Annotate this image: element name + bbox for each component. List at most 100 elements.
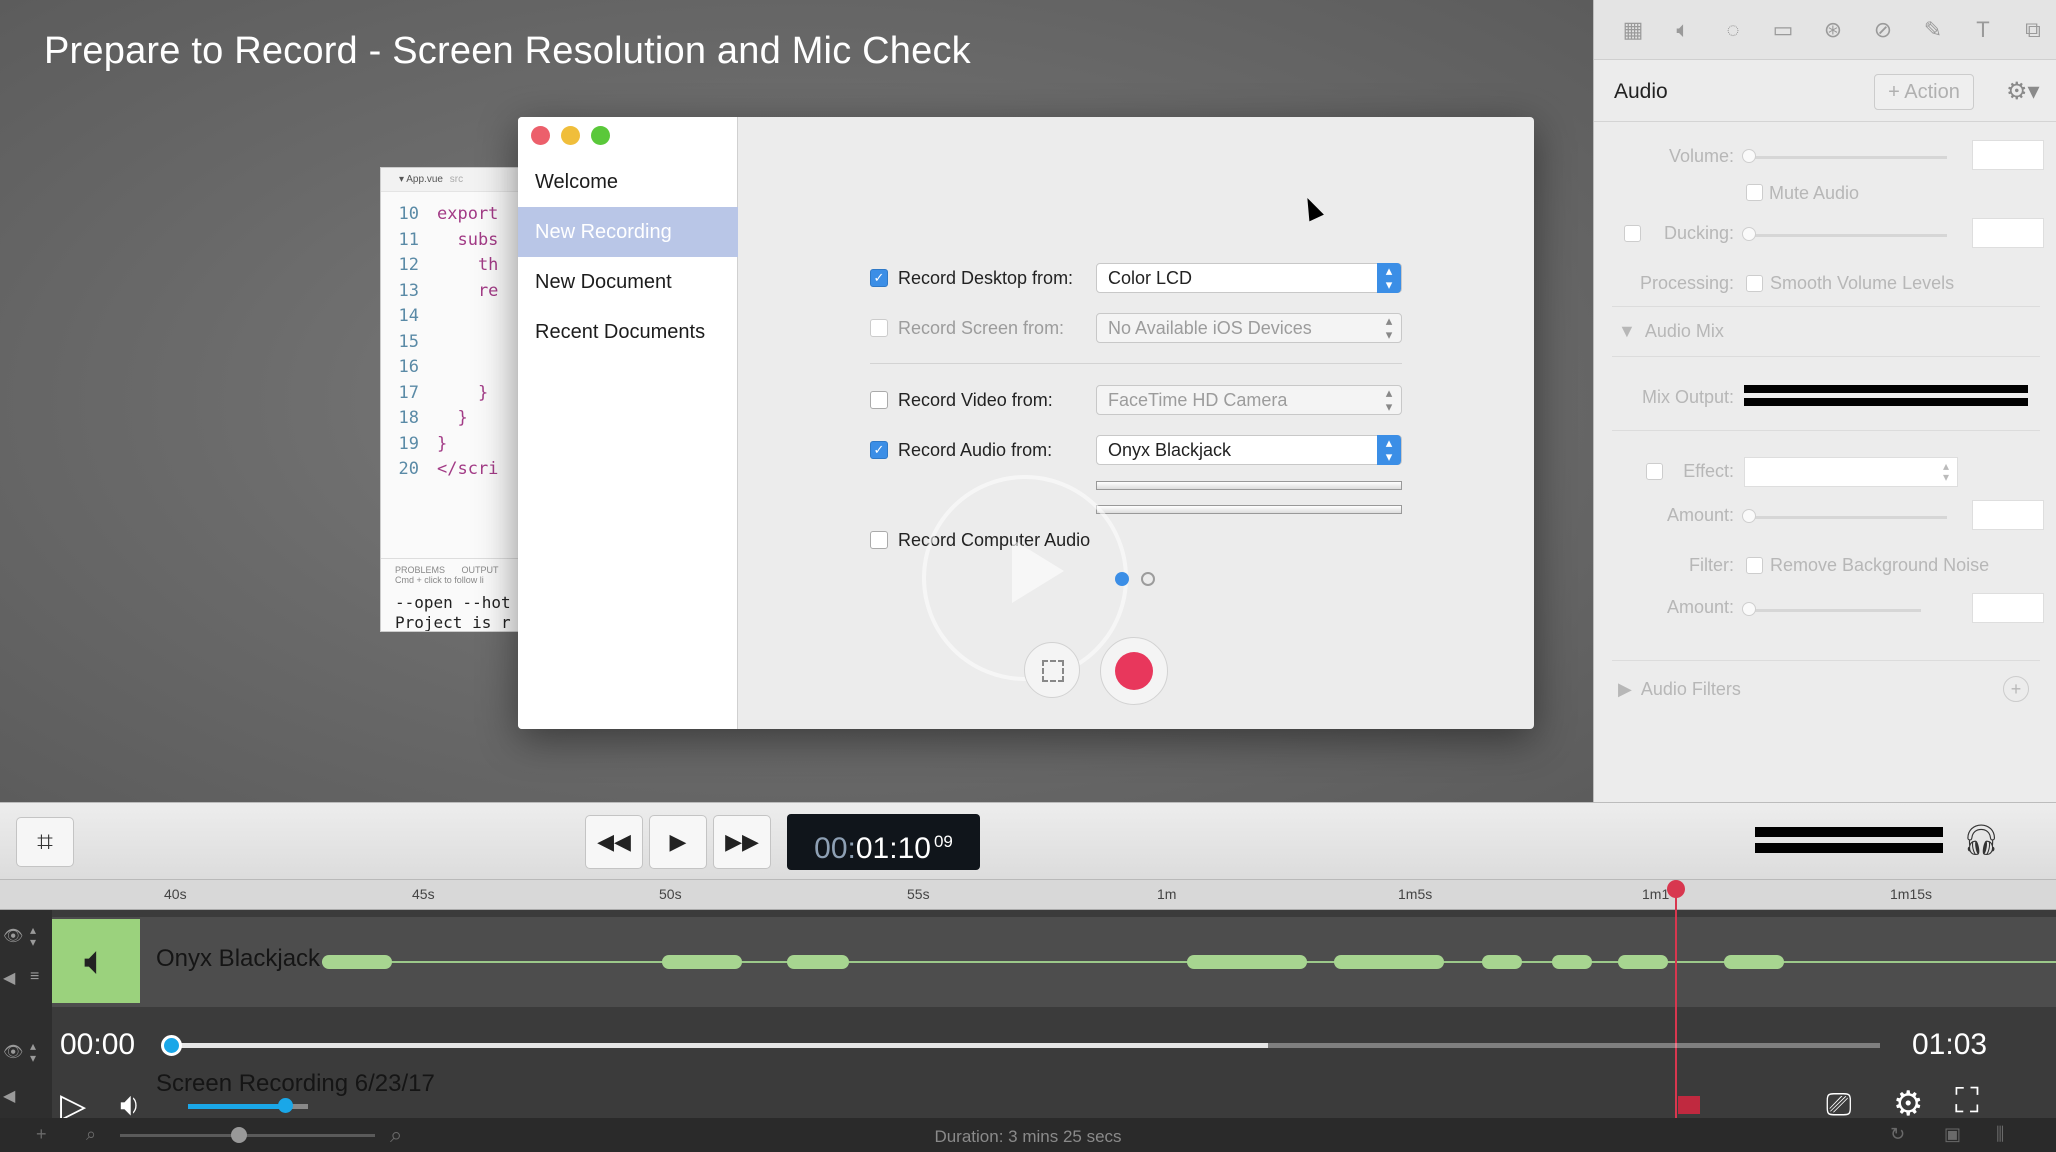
rewind-button[interactable]: ◀◀ xyxy=(585,815,643,869)
record-screen-select[interactable]: No Available iOS Devices ▴ ▾ xyxy=(1096,313,1402,343)
volume-slider-knob[interactable] xyxy=(1742,149,1756,163)
play-button[interactable]: ▶ xyxy=(649,815,707,869)
minimize-window-button[interactable] xyxy=(561,126,580,145)
effect-amount-field[interactable] xyxy=(1972,500,2044,530)
line-number: 12 xyxy=(398,255,419,275)
sidebar-item-new-recording[interactable]: New Recording xyxy=(518,207,738,257)
volume-label: Volume: xyxy=(1668,146,1734,166)
audio-track[interactable]: 🔈︎ Onyx Blackjack xyxy=(52,917,2056,1007)
filter-amount-slider[interactable] xyxy=(1747,609,1921,612)
effect-select[interactable]: ▴ ▾ xyxy=(1744,457,1958,487)
menu-icon[interactable]: ≡ xyxy=(30,968,39,986)
code-text: subs xyxy=(437,229,499,250)
group-icon[interactable]: ⧉ xyxy=(2020,17,2046,43)
sidebar-item-label: Recent Documents xyxy=(535,321,706,343)
effect-amount-slider[interactable] xyxy=(1747,516,1947,519)
panel-tab-output[interactable]: OUTPUT xyxy=(462,565,499,575)
ducking-field[interactable] xyxy=(1972,218,2044,248)
playhead-handle[interactable] xyxy=(1667,880,1685,898)
line-number: 10 xyxy=(398,204,419,224)
record-desktop-checkbox[interactable]: ✓ xyxy=(870,269,888,287)
smooth-volume-checkbox[interactable] xyxy=(1746,275,1763,292)
fast-forward-button[interactable]: ▶▶ xyxy=(713,815,771,869)
ducking-label: Ducking: xyxy=(1663,223,1734,243)
dashed-region-icon xyxy=(1042,660,1064,682)
zoom-window-button[interactable] xyxy=(591,126,610,145)
sidebar-item-recent-documents[interactable]: Recent Documents xyxy=(518,307,738,357)
record-audio-checkbox[interactable]: ✓ xyxy=(870,441,888,459)
record-desktop-select[interactable]: Color LCD ▴ ▾ xyxy=(1096,263,1402,293)
effect-amount-knob[interactable] xyxy=(1742,509,1756,523)
progress-scrubber[interactable] xyxy=(161,1035,182,1056)
audio-mix-label: Audio Mix xyxy=(1644,321,1724,341)
record-audio-select[interactable]: Onyx Blackjack ▴ ▾ xyxy=(1096,435,1402,465)
record-video-select[interactable]: FaceTime HD Camera ▴ ▾ xyxy=(1096,385,1402,415)
record-screen-checkbox[interactable] xyxy=(870,319,888,337)
audio-filters-disclosure[interactable]: ▶ Audio Filters xyxy=(1618,679,1741,700)
crop-button[interactable]: ⌗ xyxy=(16,817,74,867)
code-text: } xyxy=(437,382,489,403)
close-window-button[interactable] xyxy=(531,126,550,145)
inspector-divider xyxy=(1612,430,2040,431)
remove-noise-checkbox[interactable] xyxy=(1746,557,1763,574)
page-dot-active[interactable] xyxy=(1115,572,1129,586)
record-video-checkbox[interactable] xyxy=(870,391,888,409)
media-icon[interactable]: ▦ xyxy=(1620,17,1646,43)
effect-label: Effect: xyxy=(1683,461,1734,481)
code-line: 19} xyxy=(381,432,519,458)
transitions-icon[interactable]: ⊘ xyxy=(1870,17,1896,43)
timeline-ruler[interactable]: 40s 45s 50s 55s 1m 1m5s 1m1 1m15s xyxy=(0,880,2056,910)
page-dot[interactable] xyxy=(1141,572,1155,586)
loop-icon[interactable]: ↻ xyxy=(1890,1124,1905,1145)
headphones-icon[interactable]: 🎧︎ xyxy=(1962,823,2000,858)
ruler-tick: 45s xyxy=(412,886,435,902)
crop-icon: ⌗ xyxy=(37,826,53,857)
fullscreen-icon[interactable]: ⛶ xyxy=(1955,1082,1979,1121)
volume-field[interactable] xyxy=(1972,140,2044,170)
panel-tab-problems[interactable]: PROBLEMS xyxy=(395,565,445,575)
record-computer-audio-checkbox[interactable] xyxy=(870,531,888,549)
sidebar-item-welcome[interactable]: Welcome xyxy=(518,157,738,207)
smooth-volume-label: Smooth Volume Levels xyxy=(1770,273,1955,293)
filter-amount-knob[interactable] xyxy=(1742,602,1756,616)
waveform-peak xyxy=(1724,955,1784,969)
cursor-icon[interactable]: ⊛ xyxy=(1820,17,1846,43)
sidebar-item-new-document[interactable]: New Document xyxy=(518,257,738,307)
mute-audio-checkbox[interactable] xyxy=(1746,184,1763,201)
volume-slider-knob[interactable] xyxy=(278,1098,293,1113)
add-audio-filter-button[interactable]: + xyxy=(2003,676,2029,702)
code-line: 16 xyxy=(381,355,519,381)
rewind-icon: ◀◀ xyxy=(597,829,631,854)
screen-clip-name: Screen Recording 6/23/17 xyxy=(156,1070,435,1097)
eye-icon[interactable]: 👁︎ xyxy=(3,926,23,946)
record-screen-row: Record Screen from: xyxy=(870,313,1064,343)
audio-mix-disclosure[interactable]: ▼ Audio Mix xyxy=(1618,321,1724,342)
animation-icon[interactable]: ◌ xyxy=(1720,17,1746,43)
status-bar: + ⌕ ⌕ Duration: 3 mins 25 secs ↻ ▣ ⫼ xyxy=(0,1118,2056,1152)
waveform-icon[interactable]: ⫼ xyxy=(1996,1124,2004,1145)
record-button[interactable] xyxy=(1100,637,1168,705)
speaker-icon[interactable]: ◀ xyxy=(3,968,15,988)
sidebar-item-label: New Document xyxy=(535,271,672,293)
screen-icon[interactable]: ▭ xyxy=(1770,17,1796,43)
audio-icon[interactable]: 🔈︎ xyxy=(1670,17,1696,43)
text-icon[interactable]: T xyxy=(1970,17,1996,43)
annotation-icon[interactable]: ✎ xyxy=(1920,17,1946,43)
video-play-overlay[interactable] xyxy=(922,475,1128,681)
terminal-line: Project is r xyxy=(395,613,511,632)
updown-chevron-icon[interactable]: ▴ ▾ xyxy=(30,924,36,948)
filter-amount-field[interactable] xyxy=(1972,593,2044,623)
ducking-slider-knob[interactable] xyxy=(1742,227,1756,241)
code-line: 14 xyxy=(381,304,519,330)
volume-slider[interactable] xyxy=(1747,156,1947,159)
code-line: 17 } xyxy=(381,381,519,407)
add-action-button[interactable]: + Action xyxy=(1874,74,1974,110)
select-region-button[interactable] xyxy=(1024,642,1080,698)
gear-icon[interactable]: ⚙▾ xyxy=(2006,77,2040,106)
ducking-slider[interactable] xyxy=(1747,234,1947,237)
welcome-dialog: Welcome New Recording New Document Recen… xyxy=(518,117,1534,729)
folder-icon: ▾ xyxy=(399,174,405,185)
code-lines: 10 export 11 subs 12 th 13 re 14 15 16 17 } 18 } 1… xyxy=(381,192,519,483)
current-time: 00:00 xyxy=(60,1028,136,1061)
image-icon[interactable]: ▣ xyxy=(1944,1124,1961,1145)
